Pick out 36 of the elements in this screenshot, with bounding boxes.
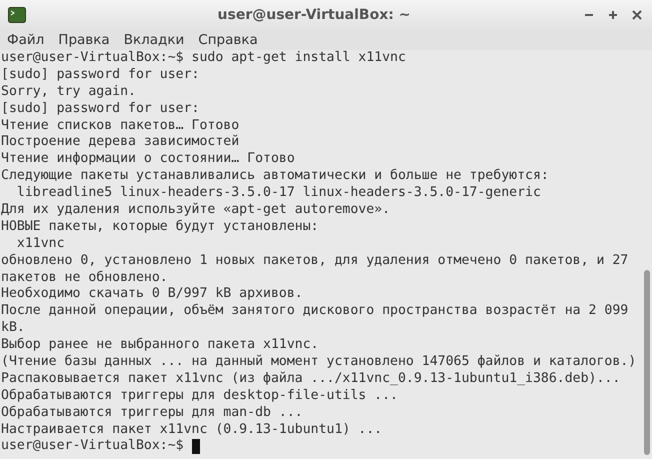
terminal-line: Распаковывается пакет x11vnc (из файла .../x11vnc_0.9.13-1ubuntu1_i386.deb)... — [1, 370, 622, 388]
window-title: user@user-VirtualBox: ~ — [216, 7, 412, 23]
terminal-icon — [8, 7, 26, 23]
terminal-line: Следующие пакеты устанавливались автоматически и больше не требуются: — [1, 168, 550, 186]
terminal-line: Sorry, try again. — [1, 84, 137, 101]
close-icon — [632, 10, 642, 20]
plus-icon — [608, 10, 618, 20]
terminal-line: НОВЫЕ пакеты, которые будут установлены: — [1, 218, 320, 236]
terminal-line: [sudo] password for user: — [1, 100, 200, 118]
text-cursor — [192, 439, 200, 454]
terminal-line: Чтение списков пакетов… Готово — [1, 118, 240, 134]
terminal-line: Выбор ранее не выбранного пакета x11vnc. — [1, 337, 320, 354]
terminal-line: [sudo] password for user: — [1, 66, 200, 84]
terminal-line: kB. — [1, 320, 26, 338]
terminal-line: (Чтение базы данных ... на данный момент установлено 147065 файлов и каталогов.) — [1, 354, 638, 371]
scrollbar-thumb[interactable] — [644, 270, 650, 455]
menu-item[interactable]: Справка — [198, 32, 258, 48]
terminal-line: После данной операции, объём занятого дискового пространства возрастёт на 2 099 — [1, 303, 630, 320]
terminal-prompt: user@user-VirtualBox:~$ — [1, 438, 184, 456]
terminal-line: x11vnc — [16, 236, 66, 253]
maximize-button[interactable] — [606, 8, 620, 22]
terminal-line: Обрабатываются триггеры для desktop-file-utils ... — [1, 388, 399, 405]
terminal-line: Для их удаления используйте «apt-get autoremove». — [1, 202, 392, 219]
terminal-line: Настраивается пакет x11vnc (0.9.13-1ubuntu1) ... — [1, 422, 384, 438]
menu-item[interactable]: Вкладки — [124, 32, 184, 48]
terminal-line: libreadline5 linux-headers-3.5.0-17 linux-headers-3.5.0-17-generic — [16, 185, 542, 202]
terminal-line: Чтение информации о состоянии… Готово — [1, 151, 296, 168]
terminal-line: Построение дерева зависимостей — [1, 134, 240, 152]
terminal-line: пакетов не обновлено. — [1, 270, 169, 286]
close-button[interactable] — [630, 8, 644, 22]
terminal-line: Обрабатываются триггеры для man-db ... — [1, 404, 304, 422]
menu-item[interactable]: Правка — [58, 32, 110, 48]
menu-item[interactable]: Файл — [7, 32, 44, 48]
terminal-line: Необходимо скачать 0 B/997 kB архивов. — [1, 286, 304, 304]
terminal-line: обновлено 0, установлено 1 новых пакетов, для удаления отмечено 0 пакетов, и 27 — [1, 252, 630, 270]
terminal-line: user@user-VirtualBox:~$ sudo apt-get install x11vnc — [1, 50, 407, 67]
